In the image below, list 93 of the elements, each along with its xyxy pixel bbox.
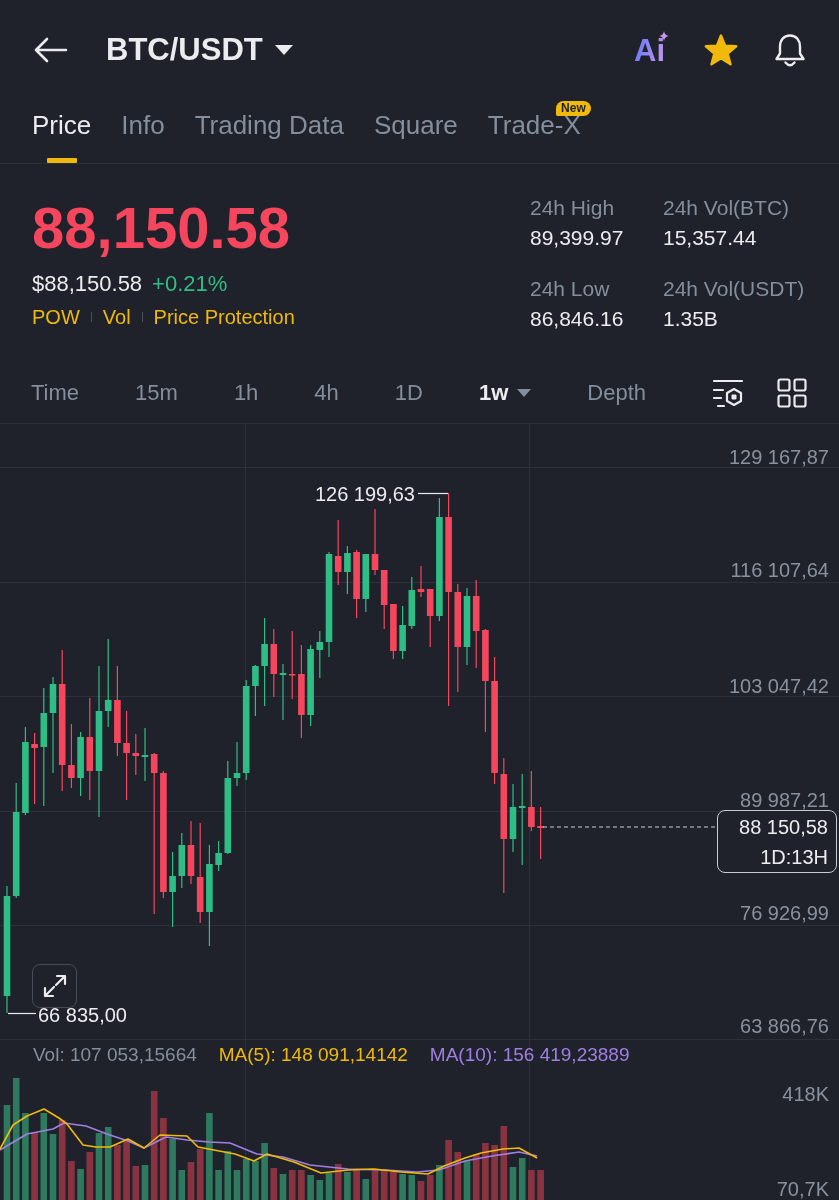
low-price-leader <box>7 1012 37 1015</box>
stat-value: 1.35B <box>663 306 719 332</box>
falling-candle <box>537 807 544 859</box>
rising-candle <box>77 732 84 796</box>
low-price-label: 66 835,00 <box>38 1004 127 1026</box>
falling-candle <box>288 631 296 699</box>
price-axis-label: 116 107,64 <box>730 559 829 581</box>
tag-link[interactable]: Price Protection <box>153 304 295 330</box>
price-change: +0.21% <box>152 271 228 297</box>
falling-candle <box>68 724 75 788</box>
volume-bar <box>491 1145 498 1200</box>
volume-bar <box>353 1170 360 1200</box>
countdown-label: 1D:13H <box>759 845 828 870</box>
tab[interactable]: Price <box>32 100 92 163</box>
new-badge: New <box>556 101 591 116</box>
volume-bar <box>436 1165 443 1200</box>
falling-candle <box>334 520 342 585</box>
stat-label: 24h High <box>530 195 616 221</box>
volume-bar <box>169 1139 176 1200</box>
back-icon[interactable] <box>34 37 68 63</box>
caret-icon <box>274 45 293 55</box>
interval-tab[interactable]: Depth <box>587 376 647 409</box>
rising-candle <box>279 664 287 720</box>
list-hexagon-icon[interactable] <box>712 377 744 408</box>
volume-axis-label: 418K <box>782 1083 829 1105</box>
volume-bar <box>528 1170 535 1200</box>
volume-bar <box>390 1172 397 1200</box>
volume-bar <box>261 1143 268 1200</box>
stat-label: 24h Vol(USDT) <box>663 276 806 302</box>
interval-tab[interactable]: 1h <box>233 376 259 409</box>
interval-tab[interactable]: Time <box>31 376 80 409</box>
interval-tab[interactable]: 4h <box>314 376 339 409</box>
volume-bar <box>537 1170 544 1200</box>
volume-bar <box>252 1161 259 1200</box>
rising-candle <box>215 841 222 871</box>
interval-tab[interactable]: 1D <box>394 376 423 409</box>
tab[interactable]: Info <box>121 100 165 163</box>
usd-price: $88,150.58 <box>32 271 143 297</box>
interval-tab[interactable]: 15m <box>135 376 178 409</box>
falling-candle <box>270 629 278 697</box>
ma10-reading: MA(10): 156 419,23889 <box>429 1043 630 1067</box>
tag-link[interactable]: POW <box>32 304 80 330</box>
falling-candle <box>31 733 38 804</box>
falling-candle <box>390 604 397 659</box>
interval-tab[interactable]: 1w <box>478 376 532 409</box>
rising-candle <box>252 665 259 716</box>
grid-icon[interactable] <box>777 377 807 408</box>
volume-bar <box>307 1175 314 1200</box>
price-axis-label: 63 866,76 <box>740 1015 829 1037</box>
volume-bar <box>123 1139 130 1200</box>
stat-label: 24h Vol(BTC) <box>663 195 791 221</box>
rising-candle <box>141 728 149 781</box>
stat-value: 15,357.44 <box>663 225 758 251</box>
stat-label: 24h Low <box>530 276 611 302</box>
price-axis-label: 76 926,99 <box>740 902 829 924</box>
price-axis-label: 129 167,87 <box>728 446 829 468</box>
volume-bar <box>77 1169 84 1200</box>
volume-bar <box>68 1161 75 1200</box>
falling-candle <box>528 771 535 831</box>
volume-reading: Vol: 107 053,15664 <box>33 1043 197 1067</box>
rising-candle <box>344 546 351 594</box>
volume-bar <box>215 1170 222 1200</box>
last-price: 88,150.58 <box>32 199 292 257</box>
volume-bar <box>399 1174 406 1200</box>
rising-candle <box>178 833 186 888</box>
price-axis-label: 103 047,42 <box>728 675 829 697</box>
fullscreen-button[interactable] <box>32 964 77 1008</box>
tab[interactable]: Square <box>373 100 458 163</box>
rising-candle <box>362 554 370 612</box>
star-icon[interactable] <box>703 34 739 66</box>
tab[interactable]: Trading Data <box>194 100 344 163</box>
pair-selector[interactable]: BTC/USDT <box>106 31 293 69</box>
falling-candle <box>132 734 140 775</box>
tag-link[interactable]: Vol <box>102 304 131 330</box>
volume-bar <box>445 1140 452 1200</box>
rising-candle <box>399 606 406 659</box>
volume-bar <box>344 1172 351 1200</box>
volume-bar <box>31 1132 38 1200</box>
price-axis-label: 89 987,21 <box>740 789 829 811</box>
volume-bar <box>114 1145 121 1200</box>
volume-bar <box>298 1170 305 1200</box>
volume-bar <box>482 1143 489 1200</box>
volume-axis-label: 70,7K <box>776 1178 829 1200</box>
falling-candle <box>353 550 360 618</box>
ma5-reading: MA(5): 148 091,14142 <box>218 1043 408 1067</box>
high-price-leader <box>417 492 449 495</box>
current-price-label: 88 150,58 <box>738 815 828 840</box>
bell-icon[interactable] <box>773 32 807 68</box>
expand-icon <box>41 973 68 999</box>
stat-value: 86,846.16 <box>530 306 625 332</box>
high-price-label: 126 199,63 <box>314 483 415 505</box>
stat-value: 89,399.97 <box>530 225 625 251</box>
rising-candle <box>408 577 416 629</box>
